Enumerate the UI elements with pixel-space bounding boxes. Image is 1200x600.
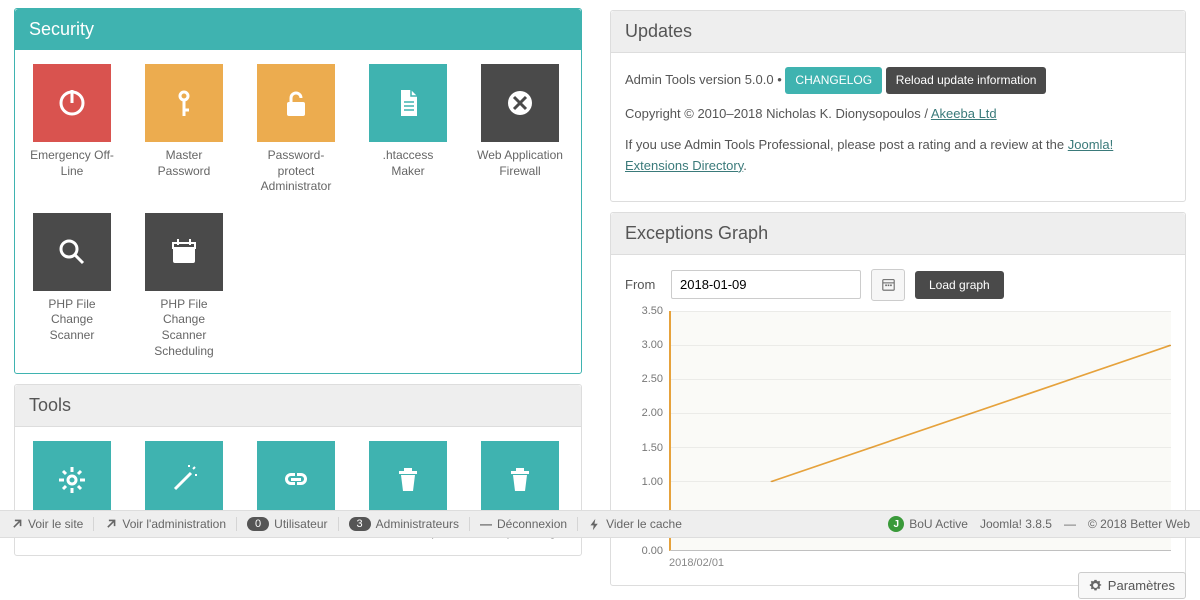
bolt-icon [588, 518, 601, 531]
load-graph-button[interactable]: Load graph [915, 271, 1004, 299]
key-icon [167, 86, 201, 120]
y-tick-label: 1.50 [642, 442, 663, 454]
from-label: From [625, 277, 661, 292]
security-tile-6[interactable]: PHP File Change Scanner Scheduling [141, 213, 227, 359]
view-admin-link[interactable]: Voir l'administration [94, 517, 237, 531]
link-icon [279, 463, 313, 497]
calendar-icon [882, 278, 895, 291]
tile-label: PHP File Change Scanner Scheduling [141, 297, 227, 359]
security-tile-5[interactable]: PHP File Change Scanner [29, 213, 115, 359]
security-panel-title: Security [15, 9, 581, 50]
tools-panel-title: Tools [15, 385, 581, 427]
y-tick-label: 2.50 [642, 373, 663, 385]
bou-active-icon: J [888, 516, 904, 532]
security-tile-3[interactable]: .htaccess Maker [365, 64, 451, 195]
status-bar: Voir le site Voir l'administration 0 Uti… [0, 510, 1200, 538]
parameters-button[interactable]: Paramètres [1078, 572, 1186, 599]
trash-icon [503, 463, 537, 497]
security-panel: Security Emergency Off-Line Master Passwo… [14, 8, 582, 374]
clear-cache-link[interactable]: Vider le cache [578, 517, 692, 531]
footer-copyright: © 2018 Better Web [1088, 517, 1190, 531]
updates-panel-title: Updates [611, 11, 1185, 53]
bou-status: J BoU Active [888, 516, 968, 532]
akeeba-link[interactable]: Akeeba Ltd [931, 106, 997, 121]
version-text: Admin Tools version 5.0.0 • [625, 72, 785, 87]
rating-text: If you use Admin Tools Professional, ple… [625, 137, 1068, 152]
calendar-icon [167, 235, 201, 269]
logout-link[interactable]: — Déconnexion [470, 517, 578, 531]
date-picker-button[interactable] [871, 269, 905, 301]
tile-label: Password-protect Administrator [253, 148, 339, 195]
view-site-link[interactable]: Voir le site [10, 517, 94, 531]
external-icon [104, 518, 117, 531]
tile-label: Emergency Off-Line [29, 148, 115, 179]
reload-update-button[interactable]: Reload update information [886, 67, 1047, 94]
tile-label: Web Application Firewall [477, 148, 563, 179]
changelog-button[interactable]: CHANGELOG [785, 67, 882, 94]
ban-icon [503, 86, 537, 120]
tile-label: PHP File Change Scanner [29, 297, 115, 344]
x-tick-label: 2018/02/01 [669, 557, 724, 569]
external-icon [10, 518, 23, 531]
security-tile-4[interactable]: Web Application Firewall [477, 64, 563, 195]
joomla-version: Joomla! 3.8.5 [980, 517, 1052, 531]
power-icon [55, 86, 89, 120]
security-tile-0[interactable]: Emergency Off-Line [29, 64, 115, 195]
gear-icon [1089, 579, 1102, 592]
y-tick-label: 1.00 [642, 476, 663, 488]
gear-icon [55, 463, 89, 497]
copyright-text: Copyright © 2010–2018 Nicholas K. Dionys… [625, 106, 931, 121]
updates-panel: Updates Admin Tools version 5.0.0 • CHAN… [610, 10, 1186, 202]
file-icon [391, 86, 425, 120]
tile-label: .htaccess Maker [365, 148, 451, 179]
security-tile-1[interactable]: Master Password [141, 64, 227, 195]
trash-icon [391, 463, 425, 497]
security-tile-2[interactable]: Password-protect Administrator [253, 64, 339, 195]
users-count[interactable]: 0 Utilisateur [237, 517, 338, 531]
y-tick-label: 3.00 [642, 339, 663, 351]
y-tick-label: 2.00 [642, 407, 663, 419]
y-tick-label: 3.50 [642, 305, 663, 317]
unlock-icon [279, 86, 313, 120]
admins-count[interactable]: 3 Administrateurs [339, 517, 471, 531]
search-icon [55, 235, 89, 269]
wand-icon [167, 463, 201, 497]
exceptions-graph-title: Exceptions Graph [611, 213, 1185, 255]
y-tick-label: 0.00 [642, 545, 663, 557]
from-date-input[interactable] [671, 270, 861, 299]
tile-label: Master Password [141, 148, 227, 179]
